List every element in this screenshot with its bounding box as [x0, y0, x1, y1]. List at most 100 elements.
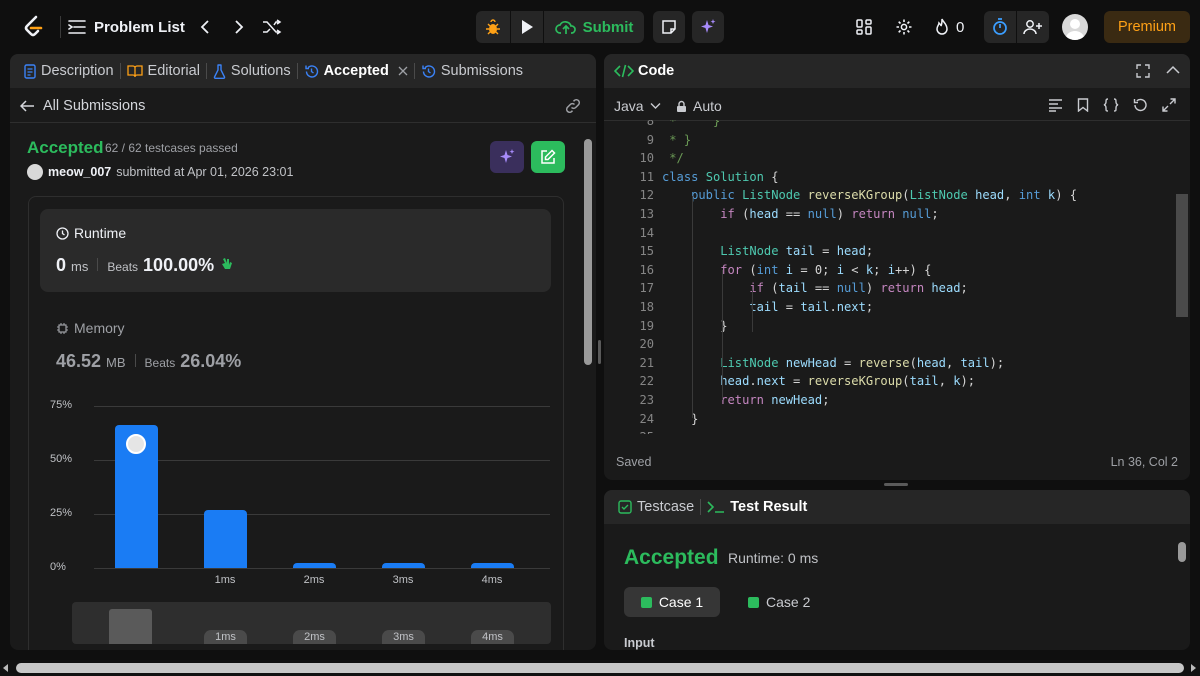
code-line[interactable]: 13 if (head == null) return null;	[604, 205, 1184, 224]
resize-handle[interactable]	[884, 483, 908, 486]
tab-description-label: Description	[41, 63, 114, 79]
premium-button[interactable]: Premium	[1104, 11, 1190, 43]
code-line[interactable]: 22 head.next = reverseKGroup(tail, k);	[604, 372, 1184, 391]
code-line[interactable]: 25	[604, 428, 1184, 434]
case-2-button[interactable]: Case 2	[736, 587, 832, 617]
prev-problem-button[interactable]	[194, 15, 216, 39]
chart-minimap[interactable]: 1ms 2ms 3ms 4ms	[72, 602, 551, 644]
code-line[interactable]: 16 for (int i = 0; i < k; i++) {	[604, 261, 1184, 280]
code-line[interactable]: 17 if (tail == null) return head;	[604, 279, 1184, 298]
submitter-row: meow_007 submitted at Apr 01, 2026 23:01	[27, 164, 293, 180]
edit-notes-button[interactable]	[531, 141, 565, 173]
case-1-button[interactable]: Case 1	[624, 587, 720, 617]
tab-test-result[interactable]: Test Result	[701, 490, 813, 524]
braces-icon[interactable]	[1103, 98, 1119, 112]
username[interactable]: meow_007	[48, 165, 111, 179]
code-line[interactable]: 9 * }	[604, 131, 1184, 150]
code-line[interactable]: 15 ListNode tail = head;	[604, 242, 1184, 261]
code-scrollbar-thumb[interactable]	[1176, 194, 1188, 317]
code-line[interactable]: 24 }	[604, 410, 1184, 429]
all-submissions-link[interactable]: All Submissions	[20, 96, 145, 116]
analyze-button[interactable]	[490, 141, 524, 173]
streak-button[interactable]: 0	[934, 15, 964, 39]
share-link-button[interactable]	[564, 98, 582, 114]
beats-label: Beats	[107, 260, 139, 274]
random-problem-button[interactable]	[260, 15, 284, 39]
debug-button[interactable]	[476, 11, 510, 43]
tab-accepted[interactable]: Accepted	[298, 54, 414, 88]
code-line[interactable]: 23 return newHead;	[604, 391, 1184, 410]
memory-card[interactable]: Memory 46.52 MB Beats 26.04%	[40, 312, 551, 372]
timer-button[interactable]	[984, 11, 1016, 43]
chevron-down-icon	[650, 102, 661, 110]
tab-editorial[interactable]: Editorial	[121, 54, 206, 88]
format-icon[interactable]	[1048, 98, 1063, 112]
leetcode-logo[interactable]	[20, 14, 46, 40]
submit-button[interactable]: Submit	[544, 11, 644, 43]
bookmark-icon[interactable]	[1077, 98, 1089, 112]
maximize-icon[interactable]	[1136, 64, 1150, 78]
scroll-right-arrow[interactable]	[1191, 664, 1196, 672]
submit-label: Submit	[582, 18, 634, 36]
stopwatch-icon	[992, 18, 1008, 36]
code-line[interactable]: 12 public ListNode reverseKGroup(ListNod…	[604, 186, 1184, 205]
runtime-unit: ms	[71, 259, 89, 274]
code-text: ListNode newHead = reverse(head, tail);	[720, 355, 1005, 370]
code-editor[interactable]: 8 * } 9 * } 10 */11 class Solution {12 publ…	[604, 120, 1190, 434]
minimap-label: 2ms	[293, 630, 336, 644]
runtime-card[interactable]: Runtime 0 ms Beats 100.00%	[40, 209, 551, 292]
avatar[interactable]	[1062, 14, 1088, 40]
shuffle-icon	[262, 19, 282, 35]
layout-button[interactable]	[852, 15, 876, 39]
sparkle-icon	[699, 18, 717, 36]
tab-solutions[interactable]: Solutions	[207, 54, 297, 88]
code-line[interactable]: 8 * }	[604, 120, 1184, 131]
minimap-label: 1ms	[204, 630, 247, 644]
tab-testcase-label: Testcase	[637, 499, 695, 515]
run-button[interactable]	[511, 11, 543, 43]
line-number: 10	[639, 151, 654, 166]
scrollbar-thumb[interactable]	[16, 663, 1184, 673]
avatar[interactable]	[27, 164, 43, 180]
code-line[interactable]: 11 class Solution {	[604, 168, 1184, 187]
code-line[interactable]: 20	[604, 335, 1184, 354]
line-number: 22	[639, 374, 654, 389]
scroll-left-arrow[interactable]	[3, 664, 8, 672]
tab-submissions[interactable]: Submissions	[415, 54, 529, 88]
code-line[interactable]: 19 }	[604, 317, 1184, 336]
line-number: 9	[646, 132, 654, 147]
reset-icon[interactable]	[1133, 98, 1148, 112]
code-text: }	[662, 318, 728, 333]
language-value: Java	[614, 98, 644, 114]
tab-description[interactable]: Description	[18, 54, 120, 88]
gear-icon	[895, 18, 913, 36]
tab-testcase[interactable]: Testcase	[612, 490, 700, 524]
next-problem-button[interactable]	[228, 15, 250, 39]
settings-button[interactable]	[892, 15, 916, 39]
code-line[interactable]: 14	[604, 224, 1184, 243]
memory-header: Memory	[56, 320, 125, 336]
terminal-icon	[707, 500, 725, 514]
result-tab-bar: Testcase Test Result	[604, 490, 1190, 524]
ai-assistant-button[interactable]	[692, 11, 724, 43]
chevron-up-icon[interactable]	[1166, 65, 1180, 75]
code-line[interactable]: 21 ListNode newHead = reverse(head, tail…	[604, 354, 1184, 373]
code-line[interactable]: 18 tail = tail.next;	[604, 298, 1184, 317]
close-icon[interactable]	[398, 66, 408, 76]
invite-button[interactable]	[1017, 11, 1049, 43]
problem-list-button[interactable]: Problem List	[68, 14, 185, 40]
autocomplete-mode[interactable]: Auto	[676, 98, 722, 114]
result-scrollbar-thumb[interactable]	[1178, 542, 1186, 562]
code-text: * }	[662, 120, 721, 128]
code-line[interactable]: 10 */	[604, 149, 1184, 168]
left-scrollbar-thumb[interactable]	[584, 139, 592, 365]
cloud-upload-icon	[554, 19, 577, 35]
notes-button[interactable]	[653, 11, 685, 43]
line-number: 18	[639, 300, 654, 314]
problem-list-label: Problem List	[94, 18, 185, 36]
expand-icon[interactable]	[1162, 98, 1176, 112]
language-select[interactable]: Java	[614, 98, 661, 114]
vertical-resize-handle[interactable]	[598, 340, 601, 364]
line-number: 8	[646, 120, 654, 128]
chip-icon	[56, 322, 69, 335]
